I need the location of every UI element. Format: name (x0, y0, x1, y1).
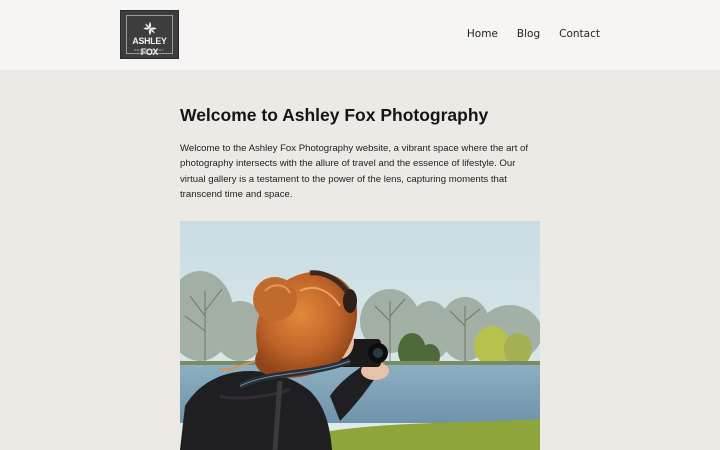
hero-photo (180, 221, 540, 450)
page-title: Welcome to Ashley Fox Photography (180, 105, 489, 125)
leaf-star-icon (142, 21, 157, 36)
site-logo[interactable]: ASHLEY FOX PHOTOGRAPHY (120, 10, 179, 59)
site-header: ASHLEY FOX PHOTOGRAPHY Home Blog Contact (0, 0, 720, 70)
nav-contact-link[interactable]: Contact (559, 27, 600, 41)
main-nav: Home Blog Contact (467, 27, 600, 41)
logo-tagline: PHOTOGRAPHY (134, 48, 165, 52)
intro-paragraph: Welcome to the Ashley Fox Photography we… (180, 143, 529, 201)
nav-blog-link[interactable]: Blog (517, 27, 540, 41)
logo-name: ASHLEY FOX (132, 36, 167, 58)
nav-home-link[interactable]: Home (467, 27, 498, 41)
photographer-illustration (180, 221, 540, 450)
logo-frame: ASHLEY FOX PHOTOGRAPHY (126, 15, 173, 58)
